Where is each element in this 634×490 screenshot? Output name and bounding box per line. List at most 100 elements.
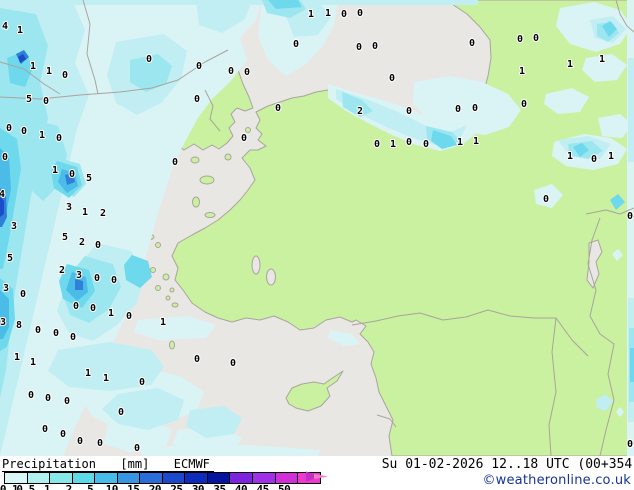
precip-value: 0	[6, 123, 12, 134]
precip-value: 0	[194, 94, 200, 105]
precip-value: 0	[455, 104, 461, 115]
color-scale-segment	[117, 473, 141, 483]
precip-value: 0	[70, 332, 76, 343]
color-scale-tick: 40	[234, 483, 248, 490]
color-scale-tick: 30	[191, 483, 205, 490]
precip-value: 1	[39, 130, 45, 141]
precip-value: 4	[0, 189, 5, 200]
precip-value: 0	[230, 358, 236, 369]
precip-value: 0	[43, 96, 49, 107]
precip-value: 1	[567, 59, 573, 70]
precip-value: 5	[26, 94, 32, 105]
precip-value: 0	[146, 54, 152, 65]
precip-value: 1	[30, 357, 36, 368]
copyright-link[interactable]: ©weatheronline.co.uk	[482, 473, 631, 488]
precip-value: 2	[357, 106, 363, 117]
precip-value: 5	[7, 253, 13, 264]
precip-value: 3	[66, 202, 72, 213]
lake-beysehir	[266, 268, 276, 286]
color-scale-ticks: 0.1 0.5 1 2 5 10 15 20 25 30 35 40 45 50	[0, 483, 340, 490]
precip-value: 1	[14, 352, 20, 363]
forecast-datetime: Su 01-02-2026 12..18 UTC (00+354)	[381, 457, 634, 472]
precip-value: 0	[20, 289, 26, 300]
precip-value: 0	[228, 66, 234, 77]
precip-value: 1	[473, 136, 479, 147]
color-scale-tick: 45	[256, 483, 269, 490]
color-scale-segment	[207, 473, 231, 483]
precip-value: 0	[139, 377, 145, 388]
color-scale-segment	[50, 473, 73, 483]
precip-value: 0	[28, 390, 34, 401]
color-scale-tick: 35	[213, 483, 226, 490]
precip-value: 0	[56, 133, 62, 144]
legend-product-label: Precipitation	[2, 457, 96, 471]
precip-value: 0	[53, 328, 59, 339]
precip-value: 1	[46, 66, 52, 77]
precip-value: 1	[30, 61, 36, 72]
precip-value: 1	[608, 151, 614, 162]
color-scale-segment	[5, 473, 28, 483]
precip-value: 0	[356, 42, 362, 53]
precip-value: 1	[108, 308, 114, 319]
weather-map-screenshot: 4111050000000000001001054312352011000002…	[0, 0, 634, 490]
color-scale-segment	[275, 473, 299, 483]
precip-value: 0	[533, 33, 539, 44]
precip-value: 3	[76, 270, 82, 281]
precip-value: 1	[567, 151, 573, 162]
precip-value: 3	[0, 317, 6, 328]
precip-value: 0	[521, 99, 527, 110]
precip-value: 1	[17, 25, 23, 36]
precip-value: 1	[82, 207, 88, 218]
precip-value: 1	[325, 8, 331, 19]
precip-value: 0	[357, 8, 363, 19]
precip-value: 0	[627, 439, 633, 450]
precip-value: 0	[111, 275, 117, 286]
precip-value: 0	[73, 301, 79, 312]
precip-value: 0	[194, 354, 200, 365]
precip-value: 0	[90, 303, 96, 314]
precip-value: 0	[77, 436, 83, 447]
precip-value: 0	[241, 133, 247, 144]
color-scale-tick: 25	[170, 483, 183, 490]
precip-value: 0	[591, 154, 597, 165]
precip-value: 3	[3, 283, 9, 294]
color-scale-arrow	[306, 471, 328, 482]
precip-value: 0	[126, 311, 132, 322]
legend-bar: Precipitation [mm] ECMWF 0.1 0.5 1 2 5 10 15 20…	[0, 456, 634, 490]
precip-value: 0	[244, 67, 250, 78]
color-scale-segment	[95, 473, 118, 483]
color-scale-tick: 20	[148, 483, 162, 490]
precip-value: 0	[472, 103, 478, 114]
precip-value: 2	[100, 208, 106, 219]
precipitation-map: 4111050000000000001001054312352011000002…	[0, 0, 634, 456]
color-scale-segment	[140, 473, 163, 483]
precip-value: 4	[2, 21, 8, 32]
precip-value: 0	[118, 407, 124, 418]
color-scale-tick: 0.5	[16, 483, 35, 490]
precip-value: 0	[21, 126, 27, 137]
precip-value: 0	[341, 9, 347, 20]
color-scale-segment	[253, 473, 276, 483]
precip-value: 1	[390, 139, 396, 150]
legend-title: Precipitation [mm] ECMWF	[2, 457, 214, 472]
precip-value: 0	[372, 41, 378, 52]
precip-value: 0	[293, 39, 299, 50]
legend-model-label: ECMWF	[173, 457, 210, 471]
precip-value: 3	[11, 221, 17, 232]
precip-value: 0	[97, 438, 103, 449]
precip-value: 0	[275, 103, 281, 114]
precip-value: 5	[86, 173, 92, 184]
color-scale-tick: 2	[65, 483, 73, 490]
precip-value: 0	[134, 443, 140, 454]
color-scale-tick: 10	[105, 483, 119, 490]
lake-egirdir	[251, 255, 261, 275]
precip-value: 0	[469, 38, 475, 49]
precip-value: 1	[103, 373, 109, 384]
precip-value: 8	[16, 320, 22, 331]
precip-value: 0	[60, 429, 66, 440]
precip-value: 0	[2, 152, 8, 163]
color-scale-segment	[185, 473, 208, 483]
precip-value: 1	[308, 9, 314, 20]
precip-value: 0	[389, 73, 395, 84]
precip-value: 0	[406, 106, 412, 117]
